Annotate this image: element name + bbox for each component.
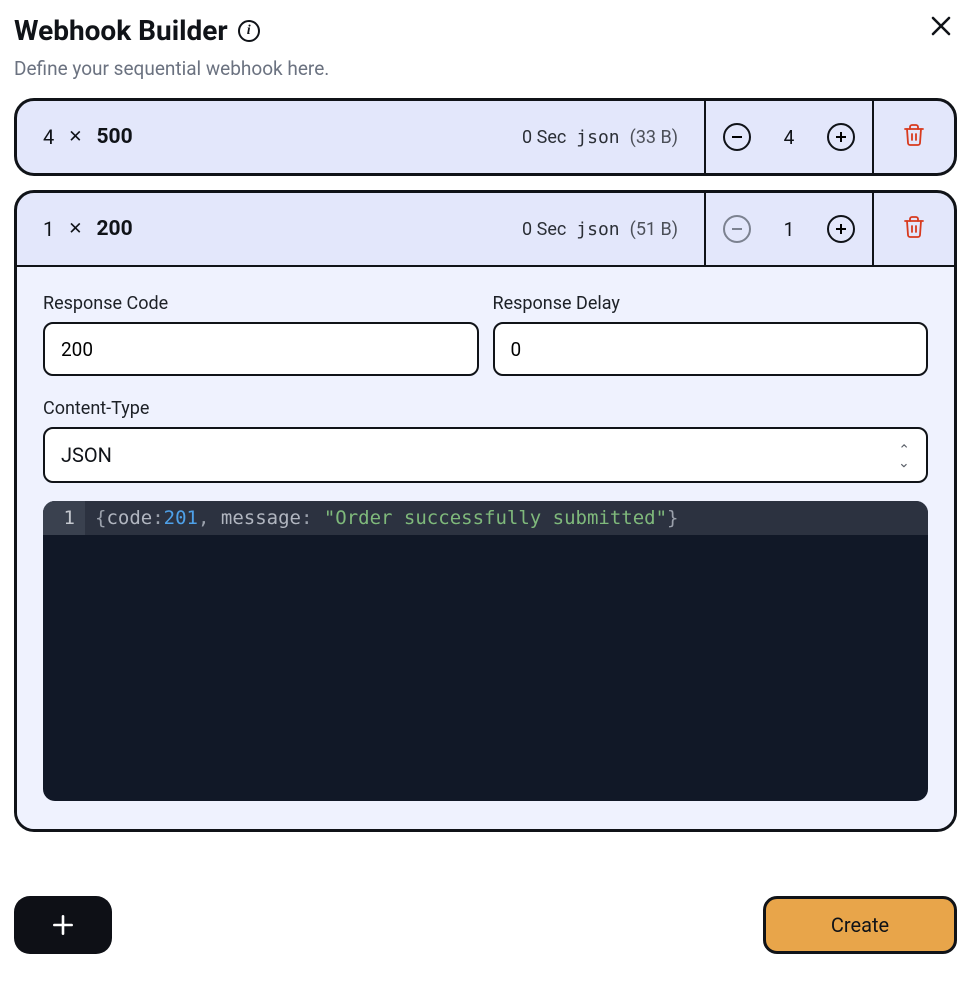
repeat-count: 1 — [43, 217, 54, 241]
increment-button[interactable] — [827, 123, 855, 151]
counter-value: 1 — [784, 218, 795, 241]
times-icon: ✕ — [68, 127, 82, 147]
webhook-item-header[interactable]: 4 ✕ 500 0 Sec json (33 B) — [17, 101, 704, 173]
webhook-item-header[interactable]: 1 ✕ 200 0 Sec json (51 B) — [17, 193, 704, 265]
create-button[interactable]: Create — [763, 896, 957, 954]
editor-line[interactable]: {code:201, message: "Order successfully … — [85, 501, 928, 535]
webhook-item: 4 ✕ 500 0 Sec json (33 B) 4 — [14, 98, 957, 176]
response-delay-input[interactable] — [493, 322, 929, 376]
decrement-button[interactable] — [723, 123, 751, 151]
editor-gutter: 1 — [43, 501, 85, 535]
close-button[interactable] — [925, 14, 957, 43]
response-delay-label: Response Delay — [493, 293, 929, 314]
content-type-field-label: Content-Type — [43, 398, 928, 419]
page-title: Webhook Builder — [14, 14, 228, 47]
page-subtitle: Define your sequential webhook here. — [14, 57, 329, 80]
counter-value: 4 — [784, 126, 795, 149]
status-code: 500 — [97, 125, 133, 149]
size-label: (51 B) — [630, 219, 678, 240]
increment-button[interactable] — [827, 215, 855, 243]
size-label: (33 B) — [630, 127, 678, 148]
content-type-label: json — [576, 219, 619, 240]
repeat-count: 4 — [43, 125, 54, 149]
chevron-updown-icon: ⌃⌃ — [898, 447, 910, 464]
delete-button[interactable] — [902, 123, 926, 151]
delete-button[interactable] — [902, 215, 926, 243]
status-code: 200 — [97, 217, 133, 241]
times-icon: ✕ — [68, 219, 82, 239]
content-type-select[interactable]: JSON — [43, 427, 928, 483]
content-type-label: json — [576, 127, 619, 148]
response-code-input[interactable] — [43, 322, 479, 376]
delay-label: 0 Sec — [522, 219, 566, 240]
info-icon[interactable]: i — [238, 20, 260, 42]
body-editor[interactable]: 1 {code:201, message: "Order successfull… — [43, 501, 928, 801]
content-type-value: JSON — [61, 443, 112, 467]
webhook-item: 1 ✕ 200 0 Sec json (51 B) 1 — [14, 190, 957, 832]
add-item-button[interactable] — [14, 896, 112, 954]
delay-label: 0 Sec — [522, 127, 566, 148]
response-code-label: Response Code — [43, 293, 479, 314]
decrement-button — [723, 215, 751, 243]
